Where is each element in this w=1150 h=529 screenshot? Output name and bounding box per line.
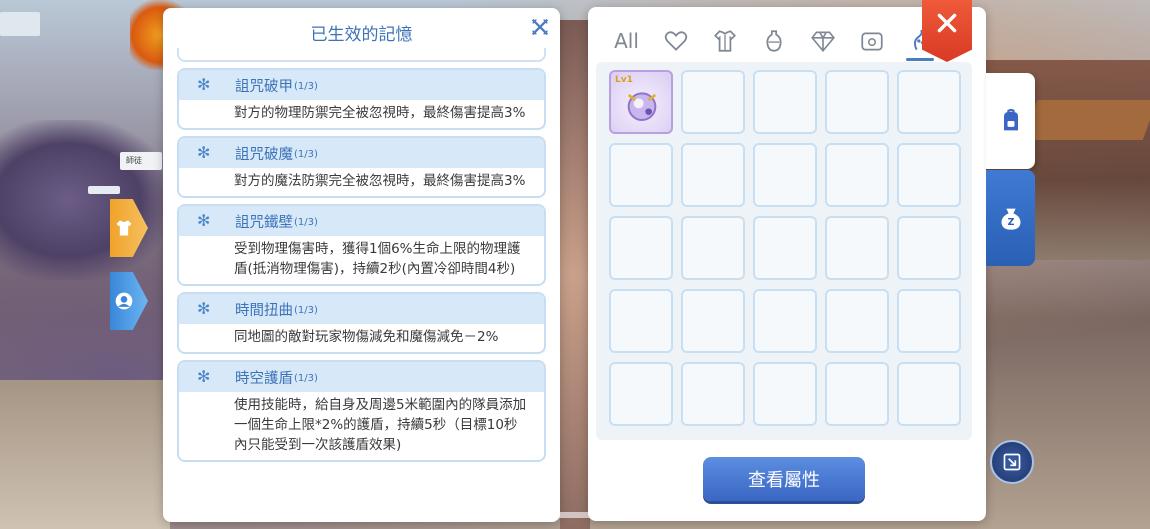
memory-description: 使用技能時，給自身及周邊5米範圍內的隊員添加一個生命上限*2%的護盾，持續5秒（… xyxy=(234,397,527,453)
inventory-slot-empty[interactable] xyxy=(681,362,745,426)
active-memories-panel: 已生效的記憶 ✻ 詛咒破甲 (1/3) 對方的物理防禦完全被忽視時，最終傷害提高… xyxy=(163,8,560,522)
inventory-slot-empty[interactable] xyxy=(825,216,889,280)
tab-equipment[interactable] xyxy=(700,21,749,61)
inventory-slot-empty[interactable] xyxy=(897,289,961,353)
memory-card-header: ✻ 時空護盾 (1/3) xyxy=(179,362,544,392)
tab-favorites[interactable] xyxy=(651,21,700,61)
inventory-slot-empty[interactable] xyxy=(609,289,673,353)
memory-card: ✻ 時間扭曲 (1/3) 同地圖的敵對玩家物傷減免和魔傷減免－2% xyxy=(177,292,546,354)
memory-card-header: ✻ 詛咒破魔 (1/3) xyxy=(179,138,544,168)
background-label xyxy=(0,12,40,36)
shirt-icon xyxy=(713,30,736,52)
memory-card: ✻ 詛咒鐵壁 (1/3) 受到物理傷害時，獲得1個6%生命上限的物理護盾(抵消物… xyxy=(177,204,546,286)
tab-all-label: All xyxy=(614,29,639,53)
memory-level: (1/3) xyxy=(294,217,318,228)
inventory-slot-item[interactable]: Lv1 xyxy=(609,70,673,134)
memory-description: 對方的物理防禦完全被忽視時，最終傷害提高3% xyxy=(234,105,526,121)
svg-text:Z: Z xyxy=(1007,217,1014,228)
inventory-slot-empty[interactable] xyxy=(897,362,961,426)
inventory-slot-empty[interactable] xyxy=(825,143,889,207)
inventory-panel: All Lv1 查看屬性 xyxy=(588,0,986,521)
inventory-slot-empty[interactable] xyxy=(681,70,745,134)
memory-description: 受到物理傷害時，獲得1個6%生命上限的物理護盾(抵消物理傷害)，持續2秒(內置冷… xyxy=(234,241,521,277)
tab-cards[interactable] xyxy=(847,21,896,61)
inventory-slot-empty[interactable] xyxy=(681,143,745,207)
inventory-slot-empty[interactable] xyxy=(609,143,673,207)
money-bag-icon: Z xyxy=(1001,208,1020,230)
side-tab-backpack[interactable] xyxy=(986,73,1035,169)
memory-list[interactable]: ✻ 詛咒破甲 (1/3) 對方的物理防禦完全被忽視時，最終傷害提高3% ✻ 詛咒… xyxy=(177,48,546,522)
close-button[interactable] xyxy=(922,0,972,62)
item-level-tag: Lv1 xyxy=(615,75,633,85)
potion-icon xyxy=(765,30,782,52)
memory-name: 時間扭曲 xyxy=(235,302,293,319)
inventory-grid: Lv1 xyxy=(609,70,972,426)
snowflake-icon: ✻ xyxy=(197,75,211,94)
memory-description: 同地圖的敵對玩家物傷減免和魔傷減免－2% xyxy=(234,329,499,345)
inventory-grid-area: Lv1 xyxy=(596,62,972,440)
name-tag xyxy=(88,186,120,194)
background-dragon xyxy=(0,120,170,280)
inventory-slot-empty[interactable] xyxy=(825,289,889,353)
snowflake-icon: ✻ xyxy=(197,367,211,386)
memory-level: (1/3) xyxy=(294,81,318,92)
memory-card-header: ✻ 時間扭曲 (1/3) xyxy=(179,294,544,324)
memory-level: (1/3) xyxy=(294,305,318,316)
inventory-slot-empty[interactable] xyxy=(825,362,889,426)
side-tab-zeny[interactable]: Z xyxy=(986,170,1035,266)
inventory-slot-empty[interactable] xyxy=(897,143,961,207)
character-side-button[interactable] xyxy=(110,272,148,330)
inventory-slot-empty[interactable] xyxy=(753,143,817,207)
npc-tag: 師徒 xyxy=(120,152,162,170)
background-creature xyxy=(560,20,590,529)
view-attributes-button[interactable]: 查看屬性 xyxy=(703,457,865,501)
inventory-slot-empty[interactable] xyxy=(609,216,673,280)
list-item-partial xyxy=(177,48,546,62)
tab-materials[interactable] xyxy=(798,21,847,61)
snowflake-icon: ✻ xyxy=(197,299,211,318)
inventory-slot-empty[interactable] xyxy=(609,362,673,426)
memory-card: ✻ 詛咒破甲 (1/3) 對方的物理防禦完全被忽視時，最終傷害提高3% xyxy=(177,68,546,130)
tab-consumables[interactable] xyxy=(749,21,798,61)
close-icon[interactable] xyxy=(529,16,551,38)
memory-name: 時空護盾 xyxy=(235,370,293,387)
avatar-icon xyxy=(115,292,133,310)
background-ground xyxy=(0,380,170,529)
memory-name: 詛咒鐵壁 xyxy=(235,214,293,231)
close-icon xyxy=(937,13,957,33)
memory-name: 詛咒破甲 xyxy=(235,78,293,95)
snowflake-icon: ✻ xyxy=(197,143,211,162)
inventory-slot-empty[interactable] xyxy=(897,216,961,280)
inventory-slot-empty[interactable] xyxy=(825,70,889,134)
snowflake-icon: ✻ xyxy=(197,211,211,230)
inventory-slot-empty[interactable] xyxy=(897,70,961,134)
memory-name: 詛咒破魔 xyxy=(235,146,293,163)
memory-level: (1/3) xyxy=(294,149,318,160)
category-tabs: All xyxy=(602,21,945,61)
collapse-icon xyxy=(1003,453,1021,471)
inventory-slot-empty[interactable] xyxy=(753,216,817,280)
inventory-slot-empty[interactable] xyxy=(681,289,745,353)
backpack-icon xyxy=(1003,108,1018,131)
shirt-icon xyxy=(116,220,132,236)
inventory-slot-empty[interactable] xyxy=(753,362,817,426)
memory-card-header: ✻ 詛咒鐵壁 (1/3) xyxy=(179,206,544,236)
inventory-slot-empty[interactable] xyxy=(753,289,817,353)
diamond-icon xyxy=(810,31,835,53)
background-roof xyxy=(1022,100,1150,140)
memory-card: ✻ 時空護盾 (1/3) 使用技能時，給自身及周邊5米範圍內的隊員添加一個生命上… xyxy=(177,360,546,462)
memory-orb-icon xyxy=(627,92,657,121)
memory-card-header: ✻ 詛咒破甲 (1/3) xyxy=(179,70,544,100)
inventory-slot-empty[interactable] xyxy=(753,70,817,134)
memory-description: 對方的魔法防禦完全被忽視時，最終傷害提高3% xyxy=(234,173,526,189)
panel-title: 已生效的記憶 xyxy=(310,25,413,45)
memory-card: ✻ 詛咒破魔 (1/3) 對方的魔法防禦完全被忽視時，最終傷害提高3% xyxy=(177,136,546,198)
home-indicator xyxy=(428,512,724,518)
tab-all[interactable]: All xyxy=(602,21,651,61)
memory-level: (1/3) xyxy=(294,373,318,384)
heart-icon xyxy=(664,31,687,51)
card-icon xyxy=(860,32,883,51)
exit-view-button[interactable] xyxy=(990,440,1034,484)
inventory-slot-empty[interactable] xyxy=(681,216,745,280)
